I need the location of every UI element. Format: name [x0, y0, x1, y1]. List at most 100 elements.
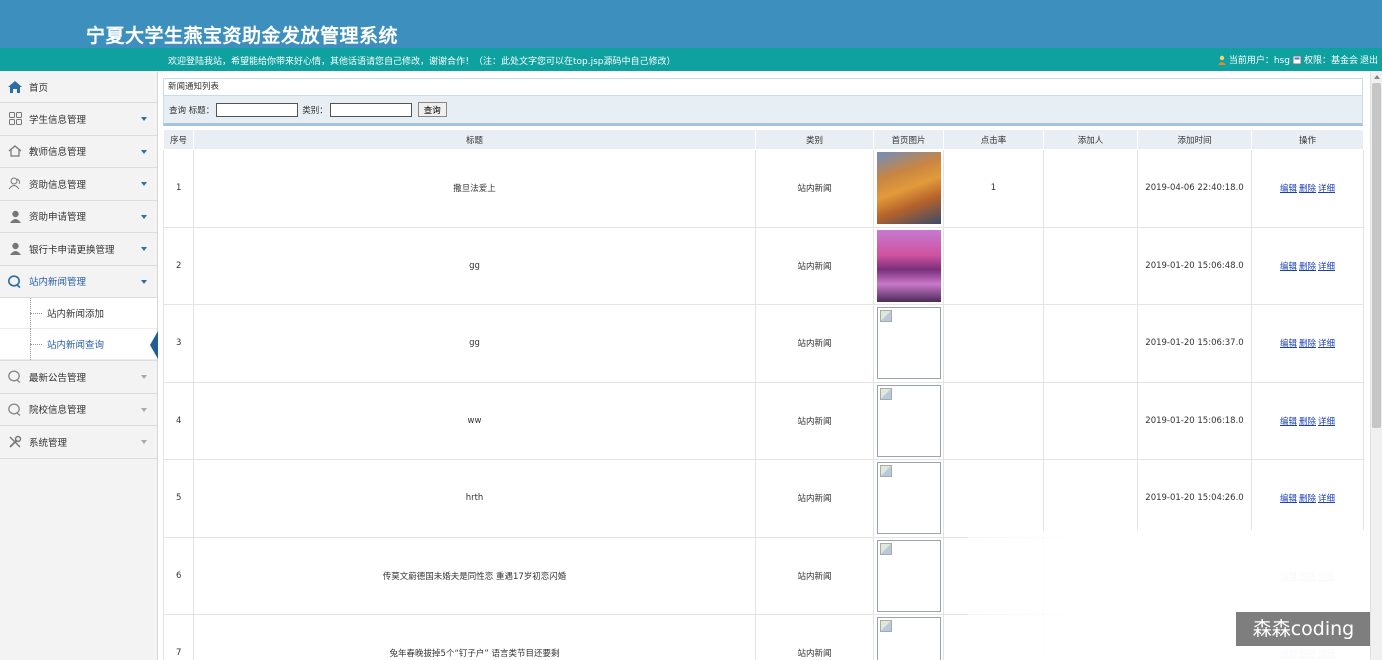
scrollbar-thumb[interactable]	[1372, 83, 1381, 428]
submenu-item-news-query[interactable]: 站内新闻查询	[0, 329, 158, 360]
user-icon	[8, 209, 22, 223]
search-title-label: 查询 标题：	[169, 105, 215, 116]
row-category: 站内新闻	[755, 536, 874, 615]
info-bar: 欢迎登陆我站，希望能给你带来好心情，其他话语请您自己修改，谢谢合作！（注：此处文…	[0, 48, 1382, 71]
chat-icon	[8, 274, 22, 288]
sidebar-item-label: 系统管理	[29, 437, 68, 449]
user-info: 当前用户：hsg 权限：基金会 退出	[1217, 53, 1378, 66]
row-actions: 编辑删除详细	[1251, 149, 1364, 228]
delete-link[interactable]: 删除	[1299, 417, 1316, 427]
edit-link[interactable]: 编辑	[1280, 417, 1297, 427]
chevron-down-icon	[141, 407, 147, 412]
row-actions: 编辑删除详细	[1251, 381, 1364, 460]
row-clicks	[943, 226, 1044, 305]
role-icon	[1292, 55, 1302, 65]
table-row: 3 gg 站内新闻 2019-01-20 15:06:37.0 编辑 删除 详细	[163, 304, 1364, 383]
logout-link[interactable]: 退出	[1360, 53, 1378, 66]
chat-icon	[8, 402, 22, 416]
column-header: 序号	[163, 129, 194, 150]
broken-image-icon	[876, 462, 941, 535]
edit-link[interactable]: 编辑	[1280, 262, 1297, 272]
sidebar-item-bankcard[interactable]: 银行卡申请更换管理	[0, 233, 157, 266]
scroll-up-icon[interactable]	[1374, 75, 1380, 79]
row-actions: 编辑删除详细	[1251, 459, 1364, 538]
sidebar-item-system[interactable]: 系统管理	[0, 426, 157, 459]
sidebar-item-home[interactable]: 首页	[0, 71, 157, 103]
sidebar-item-colleges[interactable]: 院校信息管理	[0, 394, 157, 426]
column-header: 首页图片	[873, 129, 944, 150]
row-title: 传莫文蔚德国未婚夫是同性恋 重遇17岁初恋闪婚	[193, 536, 756, 615]
edit-link[interactable]: 编辑	[1280, 494, 1297, 504]
detail-link[interactable]: 详细	[1318, 339, 1335, 349]
row-image-cell	[873, 381, 944, 460]
tools-icon	[8, 435, 22, 449]
row-title: hrth	[193, 459, 756, 538]
table-row: 2 gg 站内新闻 2019-01-20 15:06:48.0 编辑 删除 详细	[163, 226, 1364, 305]
row-adder	[1043, 226, 1138, 305]
sidebar-item-news[interactable]: 站内新闻管理	[0, 266, 157, 298]
row-number: 1	[163, 149, 194, 228]
category-search-input[interactable]	[329, 102, 412, 117]
search-category-label: 类别：	[302, 105, 328, 116]
chevron-down-icon	[141, 279, 147, 284]
search-button[interactable]: 查询	[417, 102, 447, 117]
table-row: 4 ww 站内新闻 2019-01-20 15:06:18.0 编辑 删除 详细	[163, 381, 1364, 460]
sidebar-item-label: 最新公告管理	[29, 372, 87, 384]
submenu-label: 站内新闻添加	[47, 309, 105, 320]
chevron-down-icon	[141, 182, 147, 186]
row-title: 兔年春晚拔掉5个“钉子户” 语言类节目还要剩	[193, 614, 756, 660]
sidebar-item-students[interactable]: 学生信息管理	[0, 103, 157, 136]
row-category: 站内新闻	[755, 226, 874, 305]
sidebar-item-aid-apply[interactable]: 资助申请管理	[0, 201, 157, 233]
row-image-cell	[873, 149, 944, 228]
row-category: 站内新闻	[755, 614, 874, 660]
lake-photo-image	[876, 229, 941, 302]
column-header: 添加人	[1043, 129, 1138, 150]
title-search-input[interactable]	[216, 102, 299, 117]
app-title: 宁夏大学生燕宝资助金发放管理系统	[86, 25, 399, 47]
row-adder	[1043, 381, 1138, 460]
detail-link[interactable]: 详细	[1318, 184, 1335, 194]
row-adder	[1043, 459, 1138, 538]
detail-link[interactable]: 详细	[1318, 417, 1335, 427]
sidebar-item-teachers[interactable]: 教师信息管理	[0, 136, 157, 168]
sidebar-item-aid-info[interactable]: 资助信息管理	[0, 168, 157, 201]
row-title: 撒旦法爱上	[193, 149, 756, 228]
welcome-text: 欢迎登陆我站，希望能给你带来好心情，其他话语请您自己修改，谢谢合作！（注：此处文…	[168, 57, 676, 67]
detail-link[interactable]: 详细	[1318, 262, 1335, 272]
row-clicks: 1	[943, 149, 1044, 228]
submenu-item-news-add[interactable]: 站内新闻添加	[0, 298, 157, 329]
edit-link[interactable]: 编辑	[1280, 339, 1297, 349]
row-number: 2	[163, 226, 194, 305]
active-indicator-icon	[150, 331, 158, 359]
row-clicks	[943, 459, 1044, 538]
row-time: 2019-01-20 15:06:37.0	[1137, 304, 1252, 383]
table-header-row: 序号 标题 类别 首页图片 点击率 添加人 添加时间 操作	[163, 129, 1364, 150]
detail-link[interactable]: 详细	[1318, 494, 1335, 504]
delete-link[interactable]: 删除	[1299, 494, 1316, 504]
row-time: 2019-01-20 15:06:18.0	[1137, 381, 1252, 460]
sidebar-item-label: 教师信息管理	[29, 147, 87, 159]
table-row: 1 撒旦法爱上 站内新闻 1 2019-04-06 22:40:18.0 编辑删…	[163, 149, 1364, 228]
users-icon	[8, 177, 22, 191]
edit-link[interactable]: 编辑	[1280, 184, 1297, 194]
sidebar-item-announcements[interactable]: 最新公告管理	[0, 361, 157, 394]
chevron-down-icon	[141, 117, 147, 121]
sidebar-item-label: 首页	[29, 82, 49, 94]
row-category: 站内新闻	[755, 459, 874, 538]
column-header: 点击率	[943, 129, 1044, 150]
row-category: 站内新闻	[755, 381, 874, 460]
grid-icon	[8, 112, 22, 126]
delete-link[interactable]: 删除	[1299, 184, 1316, 194]
delete-link[interactable]: 删除	[1299, 262, 1316, 272]
page-scrollbar[interactable]	[1370, 71, 1382, 660]
row-number: 4	[163, 381, 194, 460]
delete-link[interactable]: 删除	[1299, 339, 1316, 349]
column-header: 标题	[193, 129, 756, 150]
user-icon	[8, 242, 22, 256]
sidebar-item-label: 站内新闻管理	[29, 277, 87, 289]
chevron-down-icon	[141, 247, 147, 251]
row-number: 5	[163, 459, 194, 538]
column-header: 操作	[1251, 129, 1364, 150]
row-actions: 编辑删除详细	[1251, 226, 1364, 305]
